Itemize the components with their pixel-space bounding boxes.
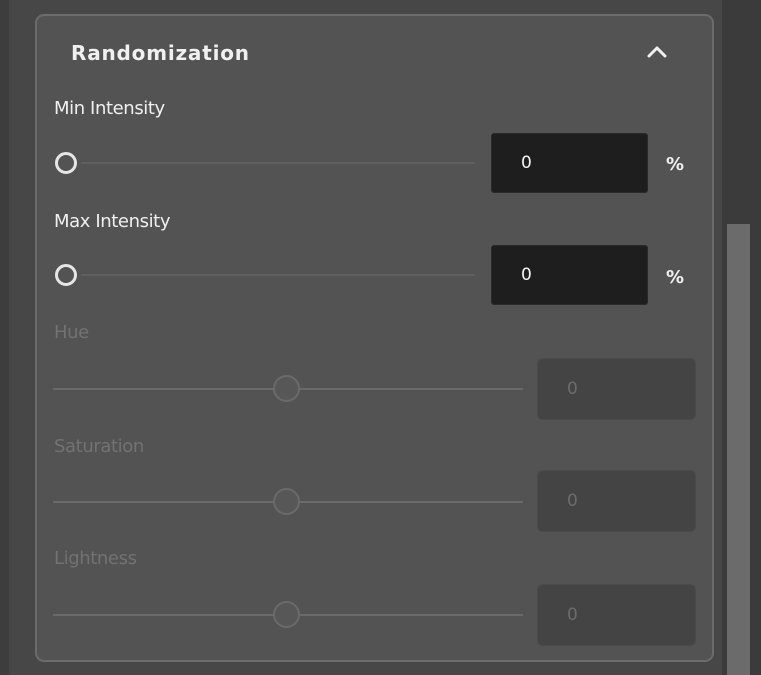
- max-intensity-slider-track[interactable]: [81, 274, 475, 276]
- chevron-up-icon[interactable]: [642, 40, 672, 64]
- hue-input: 0: [537, 358, 696, 420]
- section-title: Randomization: [71, 41, 250, 65]
- min-intensity-slider-thumb[interactable]: [55, 152, 77, 174]
- max-intensity-unit: %: [666, 267, 685, 288]
- hue-label: Hue: [54, 322, 89, 343]
- lightness-label: Lightness: [54, 548, 137, 569]
- max-intensity-slider-thumb[interactable]: [55, 264, 77, 286]
- randomization-section: Randomization Min Intensity 0 % Max Inte…: [35, 14, 714, 662]
- min-intensity-label: Min Intensity: [54, 98, 165, 119]
- hue-slider-thumb: [273, 375, 300, 402]
- min-intensity-unit: %: [666, 154, 685, 175]
- max-intensity-label: Max Intensity: [54, 211, 171, 232]
- properties-panel-root: Randomization Min Intensity 0 % Max Inte…: [0, 0, 761, 675]
- saturation-input: 0: [537, 470, 696, 532]
- scrollbar-thumb[interactable]: [727, 224, 750, 675]
- min-intensity-input[interactable]: 0: [491, 133, 648, 193]
- left-edge: [0, 0, 9, 675]
- lightness-slider-thumb: [273, 601, 300, 628]
- min-intensity-slider-track[interactable]: [81, 162, 475, 164]
- saturation-label: Saturation: [54, 436, 144, 457]
- saturation-slider-thumb: [273, 488, 300, 515]
- lightness-input: 0: [537, 584, 696, 646]
- max-intensity-input[interactable]: 0: [491, 245, 648, 305]
